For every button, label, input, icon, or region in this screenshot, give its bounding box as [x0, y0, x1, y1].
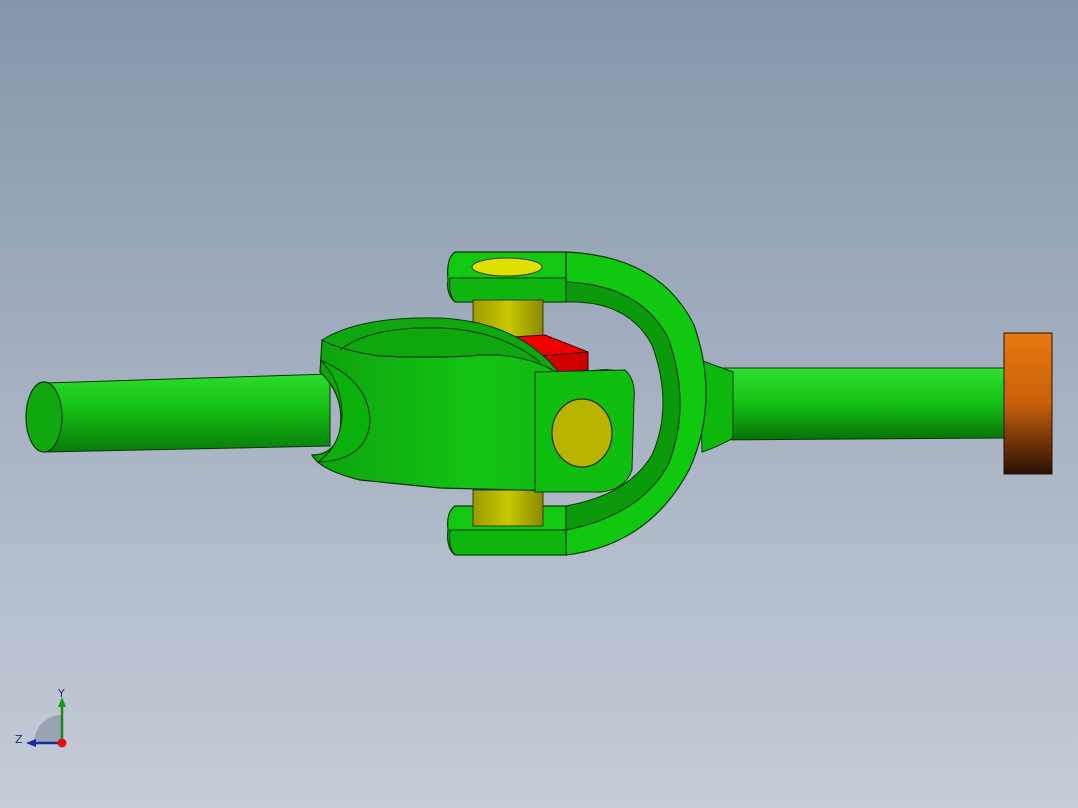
z-axis-label: Z — [15, 733, 23, 746]
x-axis-dot — [57, 738, 67, 748]
triad-arc — [34, 715, 62, 743]
side-pin-end[interactable] — [551, 398, 613, 468]
bottom-pin[interactable] — [472, 489, 544, 527]
graphics-viewport[interactable]: Y Z — [0, 0, 1078, 808]
view-orientation-triad: Y Z — [15, 687, 67, 748]
3d-model-view[interactable] — [0, 0, 1078, 808]
z-axis-arrow — [26, 739, 36, 747]
y-axis-label: Y — [57, 687, 65, 700]
top-pin-end[interactable] — [471, 257, 543, 277]
right-shaft[interactable] — [699, 359, 1007, 453]
end-cap[interactable] — [1003, 332, 1053, 475]
left-shaft[interactable] — [25, 373, 331, 453]
